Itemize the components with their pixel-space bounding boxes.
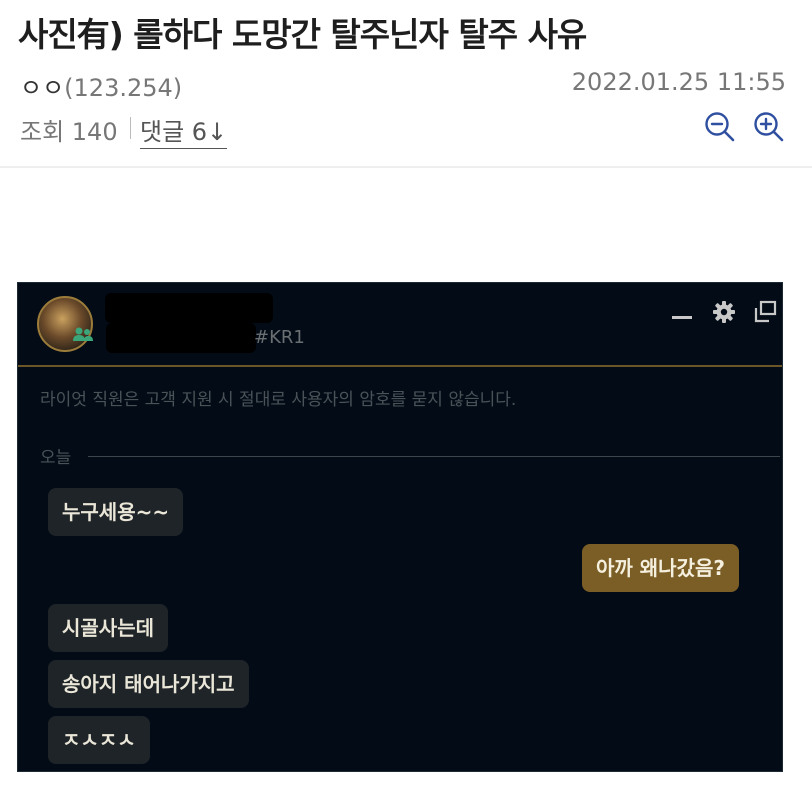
header-divider	[0, 166, 812, 168]
author-ip: (123.254)	[64, 74, 183, 102]
friend-status-icon	[73, 327, 93, 341]
post-datetime: 2022.01.25 11:55	[571, 68, 786, 96]
zoom-in-button[interactable]	[752, 110, 786, 144]
popout-icon	[754, 300, 777, 323]
day-separator-label: 오늘	[40, 448, 72, 468]
header-divider	[18, 365, 782, 367]
divider	[130, 117, 131, 139]
riot-tag: #KR1	[254, 327, 305, 348]
zoom-out-button[interactable]	[703, 110, 737, 144]
zoom-out-icon	[705, 112, 735, 142]
gear-icon	[713, 301, 735, 323]
message-incoming: 시골사는데	[48, 604, 168, 652]
day-separator-line	[88, 456, 780, 457]
view-count: 조회 140	[20, 118, 118, 146]
settings-button[interactable]	[711, 299, 737, 325]
comments-link[interactable]: 댓글 6↓	[140, 112, 228, 149]
message-incoming: ㅈㅅㅈㅅ	[48, 716, 150, 764]
minimize-icon	[672, 316, 692, 319]
author-name[interactable]: ㅇㅇ	[20, 74, 64, 102]
popout-button[interactable]	[752, 299, 778, 325]
message-incoming: 누구세용~~	[48, 488, 184, 536]
security-notice: 라이엇 직원은 고객 지원 시 절대로 사용자의 암호를 묻지 않습니다.	[40, 390, 517, 410]
redacted-name	[106, 323, 256, 353]
author-info[interactable]: ㅇㅇ(123.254)	[20, 68, 182, 103]
post-title: 사진有) 롤하다 도망간 탈주닌자 탈주 사유	[18, 15, 587, 54]
avatar	[37, 296, 93, 352]
chat-screenshot: #KR1 라이엇 직원은 고객 지원 시 절대로 사용자의 암호를 묻지 않습니…	[17, 282, 783, 772]
minimize-button[interactable]	[669, 299, 695, 325]
zoom-in-icon	[754, 112, 784, 142]
message-outgoing: 아까 왜나갔음?	[582, 544, 739, 592]
message-incoming: 송아지 태어나가지고	[48, 660, 249, 708]
